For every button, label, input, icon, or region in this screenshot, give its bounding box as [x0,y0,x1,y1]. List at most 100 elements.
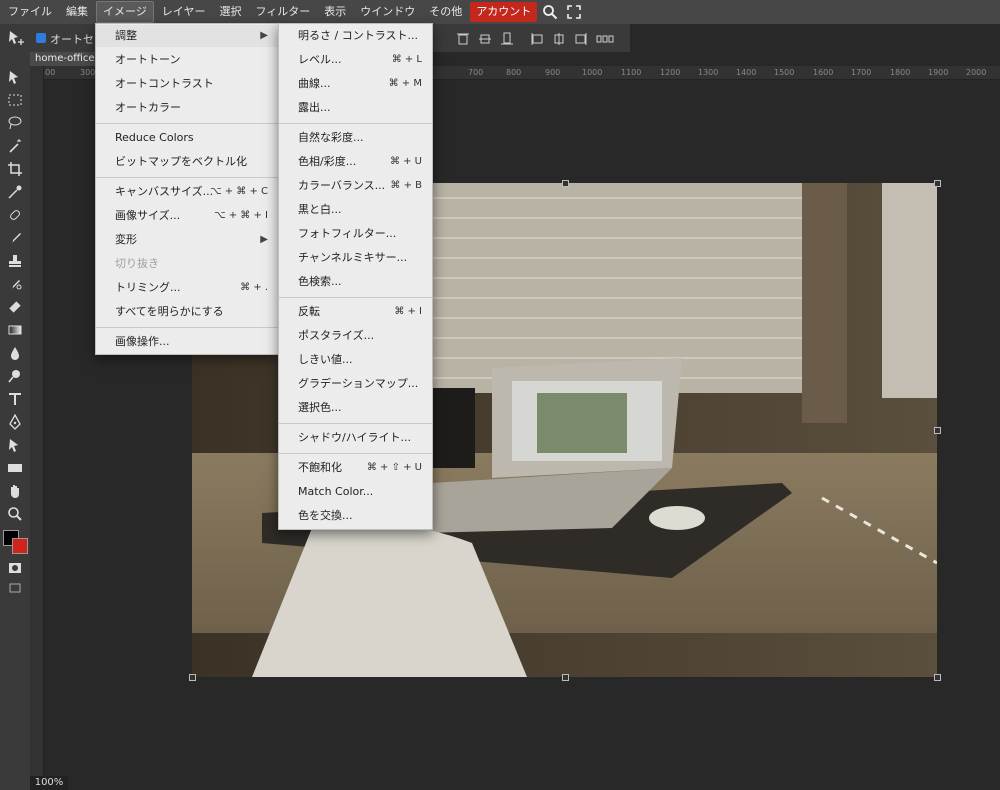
menu-item-exposure[interactable]: 露出... [279,97,432,119]
align-center-icon[interactable] [552,32,566,49]
transform-handle[interactable] [189,674,196,681]
align-middle-icon[interactable] [478,32,492,49]
menu-item-vibrance[interactable]: 自然な彩度... [279,127,432,149]
marquee-icon[interactable] [5,90,25,110]
menu-item-photo-filter[interactable]: フォトフィルター... [279,223,432,245]
ruler-tick: 1900 [928,68,949,77]
background-color-swatch[interactable] [12,538,28,554]
menu-item-invert[interactable]: 反転 ⌘ + I [279,301,432,323]
menu-item-label: 不飽和化 [298,461,342,474]
search-icon[interactable] [539,2,561,22]
menu-item-image-size[interactable]: 画像サイズ... ⌥ + ⌘ + I [96,205,278,227]
eraser-icon[interactable] [5,297,25,317]
menu-item-label: カラーバランス... [298,179,386,192]
transform-handle[interactable] [934,427,941,434]
menu-item-label: Reduce Colors [115,131,194,144]
zoom-level[interactable]: 100% [30,776,68,790]
menu-select[interactable]: 選択 [213,2,247,22]
menu-layer[interactable]: レイヤー [156,2,212,22]
menu-item-curves[interactable]: 曲線... ⌘ + M [279,73,432,95]
menu-item-vectorize[interactable]: ビットマップをベクトル化 [96,151,278,173]
menu-item-channel-mixer[interactable]: チャンネルミキサー... [279,247,432,269]
menu-view[interactable]: 表示 [318,2,352,22]
menu-item-crop: 切り抜き [96,253,278,275]
menu-item-threshold[interactable]: しきい値... [279,349,432,371]
dodge-icon[interactable] [5,366,25,386]
menu-item-replace-color[interactable]: 色を交換... [279,505,432,527]
menu-item-label: 曲線... [298,77,331,90]
menu-item-match-color[interactable]: Match Color... [279,481,432,503]
menu-item-reveal-all[interactable]: すべてを明らかにする [96,301,278,323]
eyedropper-icon[interactable] [5,182,25,202]
healing-icon[interactable] [5,205,25,225]
menu-item-canvas-size[interactable]: キャンバスサイズ... ⌥ + ⌘ + C [96,181,278,203]
menu-edit[interactable]: 編集 [60,2,94,22]
menu-item-auto-contrast[interactable]: オートコントラスト [96,73,278,95]
ruler-tick: 300 [80,68,96,77]
path-select-icon[interactable] [5,435,25,455]
menu-separator [279,453,432,454]
screen-mode-icon[interactable] [5,578,25,598]
menu-item-shortcut: ⌘ + M [388,78,422,89]
fullscreen-icon[interactable] [563,2,585,22]
transform-handle[interactable] [562,674,569,681]
menu-item-desaturate[interactable]: 不飽和化 ⌘ + ⇧ + U [279,457,432,479]
transform-handle[interactable] [562,180,569,187]
menu-item-levels[interactable]: レベル... ⌘ + L [279,49,432,71]
menu-image[interactable]: イメージ [96,1,154,23]
magic-wand-icon[interactable] [5,136,25,156]
menu-item-posterize[interactable]: ポスタライズ... [279,325,432,347]
menu-window[interactable]: ウインドウ [354,2,421,22]
transform-handle[interactable] [934,180,941,187]
menu-item-trim[interactable]: トリミング... ⌘ + . [96,277,278,299]
menu-item-reduce-colors[interactable]: Reduce Colors [96,127,278,149]
menu-item-color-lookup[interactable]: 色検索... [279,271,432,293]
menu-item-auto-tone[interactable]: オートトーン [96,49,278,71]
zoom-icon[interactable] [5,504,25,524]
stamp-icon[interactable] [5,251,25,271]
auto-select-checkbox[interactable] [36,33,46,43]
brush-icon[interactable] [5,228,25,248]
move-icon[interactable] [5,67,25,87]
menu-more[interactable]: その他 [423,2,468,22]
menu-separator [279,123,432,124]
menu-item-color-balance[interactable]: カラーバランス... ⌘ + B [279,175,432,197]
text-icon[interactable] [5,389,25,409]
menu-item-label: オートカラー [115,101,181,114]
menu-item-adjustments[interactable]: 調整 ▶ [96,25,278,47]
menu-item-label: キャンバスサイズ... [115,185,214,198]
transform-handle[interactable] [934,674,941,681]
menu-item-gradient-map[interactable]: グラデーションマップ... [279,373,432,395]
menu-item-selective-color[interactable]: 選択色... [279,397,432,419]
blur-icon[interactable] [5,343,25,363]
menu-item-label: 露出... [298,101,331,114]
quick-mask-icon[interactable] [5,558,25,578]
align-bottom-icon[interactable] [500,32,514,49]
menu-item-brightness-contrast[interactable]: 明るさ / コントラスト... [279,25,432,47]
history-brush-icon[interactable] [5,274,25,294]
hand-icon[interactable] [5,481,25,501]
crop-icon[interactable] [5,159,25,179]
gradient-icon[interactable] [5,320,25,340]
document-tab[interactable]: home-office [30,52,101,66]
menu-item-hue-saturation[interactable]: 色相/彩度... ⌘ + U [279,151,432,173]
menu-item-black-white[interactable]: 黒と白... [279,199,432,221]
menu-item-image-operations[interactable]: 画像操作... [96,331,278,353]
align-right-icon[interactable] [574,32,588,49]
menu-item-shadows-highlights[interactable]: シャドウ/ハイライト... [279,427,432,449]
submenu-arrow-icon: ▶ [260,234,268,245]
align-left-icon[interactable] [530,32,544,49]
lasso-icon[interactable] [5,113,25,133]
menu-item-label: シャドウ/ハイライト... [298,431,411,444]
shape-icon[interactable] [5,458,25,478]
menu-filter[interactable]: フィルター [249,2,316,22]
menu-item-transform[interactable]: 変形 ▶ [96,229,278,251]
menu-item-auto-color[interactable]: オートカラー [96,97,278,119]
distribute-icon[interactable] [596,32,614,49]
pen-icon[interactable] [5,412,25,432]
move-tool-icon[interactable] [8,30,26,49]
ruler-tick: 1800 [890,68,911,77]
account-button[interactable]: アカウント [470,2,538,22]
menu-file[interactable]: ファイル [2,2,58,22]
align-top-icon[interactable] [456,32,470,49]
